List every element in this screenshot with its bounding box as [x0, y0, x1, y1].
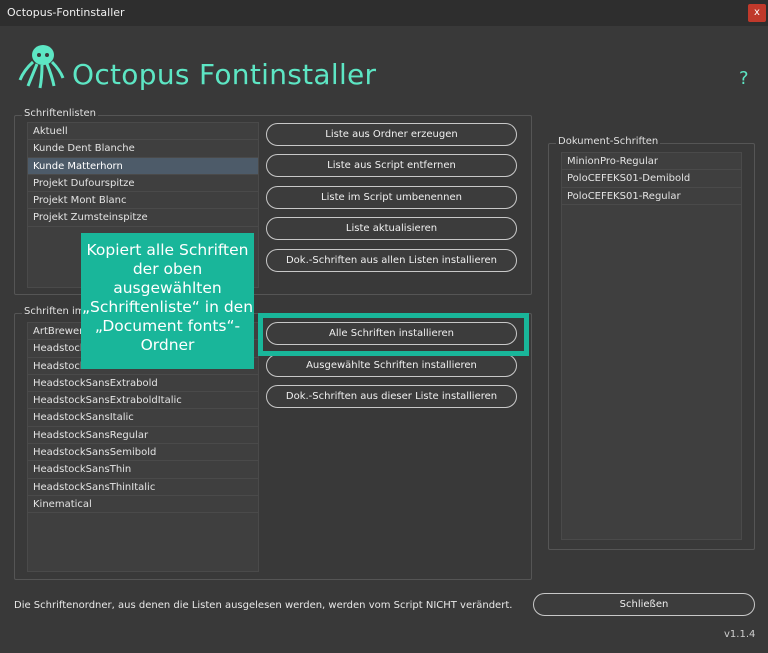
help-icon[interactable]: ?	[739, 68, 749, 89]
list-item[interactable]: Projekt Dufourspitze	[28, 175, 258, 193]
install-doc-fonts-this-list-button[interactable]: Dok.-Schriften aus dieser Liste installi…	[266, 385, 517, 408]
update-list-button[interactable]: Liste aktualisieren	[266, 217, 517, 240]
fonts-label: Schriften im	[22, 306, 87, 317]
octopus-logo-icon	[18, 45, 65, 89]
tooltip-callout: Kopiert alle Schriften der oben ausgewäh…	[81, 233, 254, 369]
list-item[interactable]: Projekt Zumsteinspitze	[28, 209, 258, 227]
remove-list-button[interactable]: Liste aus Script entfernen	[266, 154, 517, 177]
list-item[interactable]: HeadstockSansExtraboldItalic	[28, 392, 258, 410]
version-label: v1.1.4	[724, 629, 756, 640]
title-bar: Octopus-Fontinstaller x	[0, 0, 768, 26]
list-item[interactable]: PoloCEFEKS01-Regular	[562, 188, 741, 205]
list-item[interactable]: HeadstockSansExtrabold	[28, 375, 258, 393]
list-item[interactable]: Projekt Mont Blanc	[28, 192, 258, 210]
font-lists-label: Schriftenlisten	[22, 108, 99, 119]
install-selected-fonts-button[interactable]: Ausgewählte Schriften installieren	[266, 354, 517, 377]
list-item[interactable]: MinionPro-Regular	[562, 153, 741, 171]
rename-list-button[interactable]: Liste im Script umbenennen	[266, 186, 517, 209]
list-item[interactable]: HeadstockSansThin	[28, 461, 258, 479]
list-item[interactable]: HeadstockSansRegular	[28, 427, 258, 445]
highlight-frame	[258, 313, 529, 356]
list-item[interactable]: HeadstockSansItalic	[28, 409, 258, 427]
app-title: Octopus Fontinstaller	[72, 58, 377, 91]
list-item[interactable]: HeadstockSansSemibold	[28, 444, 258, 462]
list-item[interactable]: HeadstockSansThinItalic	[28, 479, 258, 496]
list-item[interactable]: Kinematical	[28, 496, 258, 514]
document-fonts-list[interactable]: MinionPro-Regular PoloCEFEKS01-Demibold …	[561, 152, 742, 540]
list-item[interactable]: Aktuell	[28, 123, 258, 141]
footer-note: Die Schriftenordner, aus denen die Liste…	[14, 600, 513, 611]
close-window-button[interactable]: x	[748, 4, 766, 22]
window-title: Octopus-Fontinstaller	[7, 6, 125, 19]
list-item[interactable]: Kunde Dent Blanche	[28, 140, 258, 158]
list-item[interactable]: Kunde Matterhorn	[28, 157, 258, 175]
close-button[interactable]: Schließen	[533, 593, 755, 616]
document-fonts-label: Dokument-Schriften	[556, 136, 661, 147]
list-from-folder-button[interactable]: Liste aus Ordner erzeugen	[266, 123, 517, 146]
install-doc-fonts-all-lists-button[interactable]: Dok.-Schriften aus allen Listen installi…	[266, 249, 517, 272]
list-item[interactable]: PoloCEFEKS01-Demibold	[562, 170, 741, 188]
